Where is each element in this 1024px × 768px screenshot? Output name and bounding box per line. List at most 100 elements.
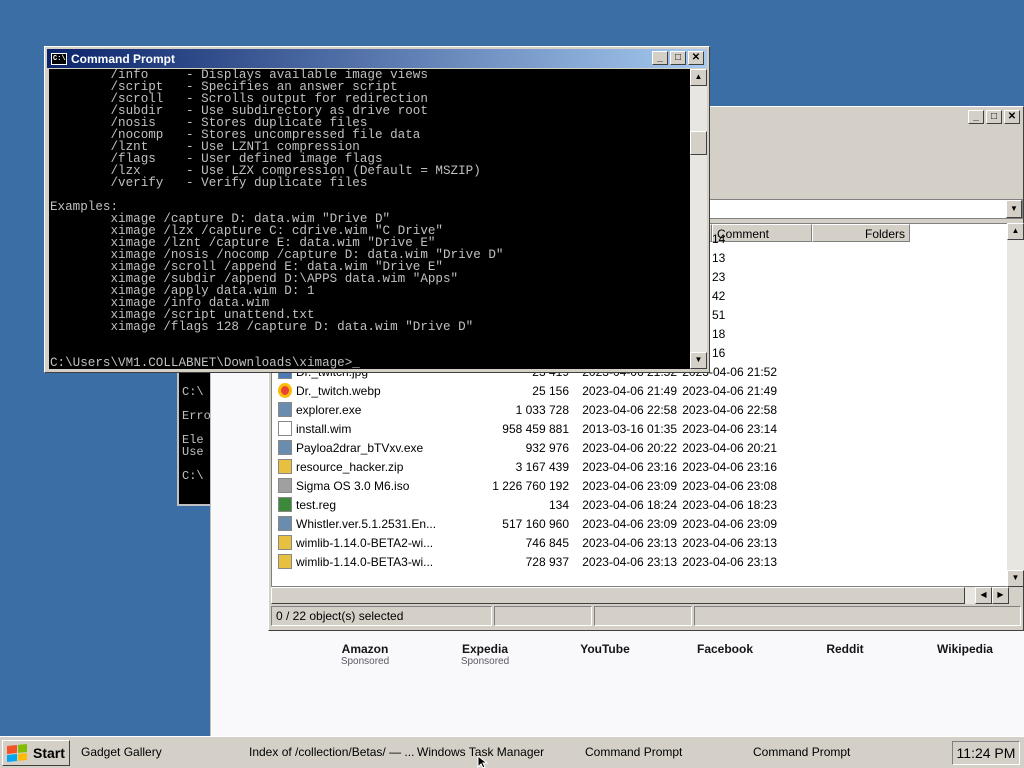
file-row[interactable]: Sigma OS 3.0 M6.iso 1 226 760 192 2023-04-… <box>272 476 777 495</box>
file-size: 25 156 <box>532 383 569 398</box>
time-fragment: 42 <box>712 288 726 303</box>
time-fragment: 18 <box>712 326 726 341</box>
file-name: Whistler.ver.5.1.2531.En... <box>296 516 437 531</box>
minimize-button[interactable]: _ <box>652 51 668 65</box>
file-modified: 2023-04-06 21:49 <box>582 383 677 398</box>
file-created: 2023-04-06 21:49 <box>682 383 777 398</box>
scroll-right-button[interactable]: ▶ <box>992 587 1009 604</box>
file-name: wimlib-1.14.0-BETA3-wi... <box>296 554 434 569</box>
file-row[interactable]: wimlib-1.14.0-BETA2-wi... 746 845 2023-04-… <box>272 533 777 552</box>
background-command-prompt[interactable]: ErrC:\ErroEleUseC:\ <box>177 360 210 506</box>
column-header-comment[interactable]: Comment <box>712 224 812 242</box>
close-button[interactable]: ✕ <box>1004 110 1020 124</box>
close-button[interactable]: ✕ <box>688 51 704 65</box>
file-size: 134 <box>548 497 569 512</box>
file-name-cell: test.reg <box>272 497 482 512</box>
maximize-button[interactable]: □ <box>670 51 686 65</box>
taskbar-item-browser[interactable]: Index of /collection/Betas/ — ... <box>249 745 414 759</box>
file-name-cell: explorer.exe <box>272 402 482 417</box>
chrome-file-icon <box>278 383 292 398</box>
file-size: 517 160 960 <box>502 516 569 531</box>
file-row[interactable]: Dr._twitch.webp 25 156 2023-04-06 21:49 202… <box>272 381 777 400</box>
file-row[interactable]: resource_hacker.zip 3 167 439 2023-04-06 2… <box>272 457 777 476</box>
shortcut-name: YouTube <box>580 642 630 656</box>
file-row[interactable]: explorer.exe 1 033 728 2023-04-06 22:58 202… <box>272 400 777 419</box>
status-cell <box>693 606 1021 626</box>
console-scrollbar[interactable]: ▲ ▼ <box>690 69 707 369</box>
file-row[interactable]: Payloa2drar_bTVxv.exe 932 976 2023-04-06 2… <box>272 438 777 457</box>
file-modified: 2023-04-06 23:09 <box>582 478 677 493</box>
console-icon: C:\ <box>51 52 67 65</box>
file-modified: 2023-04-06 23:09 <box>582 516 677 531</box>
horizontal-scroll-thumb[interactable] <box>271 587 965 604</box>
file-name-cell: resource_hacker.zip <box>272 459 482 474</box>
shortcut-name: Wikipedia <box>937 642 993 656</box>
file-modified: 2023-04-06 18:24 <box>582 497 677 512</box>
chevron-down-icon[interactable]: ▼ <box>1006 200 1022 218</box>
column-header-folders[interactable]: Folders <box>812 224 910 242</box>
file-row[interactable]: test.reg 134 2023-04-06 18:24 2023-04-06 18… <box>272 495 777 514</box>
console-output[interactable]: /info - Displays available image views /… <box>49 69 692 369</box>
file-created: 2023-04-06 23:16 <box>682 459 777 474</box>
horizontal-scrollbar[interactable]: ◀ ▶ <box>271 587 1009 604</box>
scroll-thumb[interactable] <box>690 131 707 155</box>
shortcut-sponsored: Sponsored <box>340 656 390 667</box>
shortcut-name: Facebook <box>696 642 753 656</box>
shortcut-sponsored: Sponsored <box>460 656 510 667</box>
file-row[interactable]: wimlib-1.14.0-BETA3-wi... 728 937 2023-04-… <box>272 552 777 571</box>
file-size: 958 459 881 <box>502 421 569 436</box>
file-created: 2023-04-06 23:09 <box>682 516 777 531</box>
file-created: 2023-04-06 20:21 <box>682 440 777 455</box>
time-fragment: 51 <box>712 307 726 322</box>
minimize-button[interactable]: _ <box>968 110 984 124</box>
mouse-pointer-icon <box>477 755 489 768</box>
file-name-cell: Sigma OS 3.0 M6.iso <box>272 478 482 493</box>
vertical-scrollbar[interactable]: ▲ ▼ <box>1007 223 1024 587</box>
scroll-left-button[interactable]: ◀ <box>975 587 992 604</box>
selection-status: 0 / 22 object(s) selected <box>271 606 493 626</box>
taskbar-item-command-prompt[interactable]: Command Prompt <box>585 745 682 759</box>
file-size: 746 845 <box>525 535 569 550</box>
file-name-cell: Dr._twitch.webp <box>272 383 482 398</box>
file-created: 2023-04-06 18:23 <box>682 497 777 512</box>
file-name-cell: wimlib-1.14.0-BETA2-wi... <box>272 535 482 550</box>
console-line: Erro <box>182 409 210 423</box>
exe-file-icon <box>278 402 292 417</box>
file-file-icon <box>278 421 292 436</box>
file-created: 2023-04-06 23:13 <box>682 535 777 550</box>
file-row[interactable]: Whistler.ver.5.1.2531.En... 517 160 960 20… <box>272 514 777 533</box>
scroll-up-button[interactable]: ▲ <box>1007 223 1024 240</box>
path-combobox[interactable]: ▼ <box>709 199 1023 219</box>
time-fragment: 13 <box>712 250 726 265</box>
status-cell <box>594 606 692 626</box>
file-name: Sigma OS 3.0 M6.iso <box>296 478 410 493</box>
system-clock[interactable]: 11:24 PM <box>952 741 1020 765</box>
file-size: 1 033 728 <box>515 402 569 417</box>
taskbar-item-gadget-gallery[interactable]: Gadget Gallery <box>81 745 162 759</box>
taskbar: Start Gadget Gallery Index of /collectio… <box>0 736 1024 768</box>
scroll-down-button[interactable]: ▼ <box>1007 570 1024 587</box>
file-created: 2023-04-06 23:08 <box>682 478 777 493</box>
iso-file-icon <box>278 478 292 493</box>
exe-file-icon <box>278 440 292 455</box>
console-line: Use <box>182 445 204 459</box>
zip-file-icon <box>278 554 292 569</box>
scroll-up-button[interactable]: ▲ <box>690 69 707 86</box>
file-size: 1 226 760 192 <box>492 478 569 493</box>
start-button[interactable]: Start <box>2 739 70 766</box>
taskbar-item-command-prompt-2[interactable]: Command Prompt <box>753 745 850 759</box>
console-line: C:\Users\VM1.COLLABNET\Downloads\ximage>… <box>50 356 360 369</box>
command-prompt-titlebar[interactable]: C:\ Command Prompt _ □ ✕ <box>47 49 707 68</box>
command-prompt-window[interactable]: C:\ Command Prompt _ □ ✕ /info - Display… <box>44 46 710 373</box>
scroll-down-button[interactable]: ▼ <box>690 352 707 369</box>
time-fragment: 23 <box>712 269 726 284</box>
zip-file-icon <box>278 459 292 474</box>
file-modified: 2023-04-06 23:16 <box>582 459 677 474</box>
maximize-button[interactable]: □ <box>986 110 1002 124</box>
file-row[interactable]: install.wim 958 459 881 2013-03-16 01:35 20… <box>272 419 777 438</box>
shortcut-name: Reddit <box>826 642 864 656</box>
status-bar: 0 / 22 object(s) selected <box>269 606 1023 626</box>
time-fragment: 16 <box>712 345 726 360</box>
status-cell <box>494 606 593 626</box>
exe-file-icon <box>278 516 292 531</box>
